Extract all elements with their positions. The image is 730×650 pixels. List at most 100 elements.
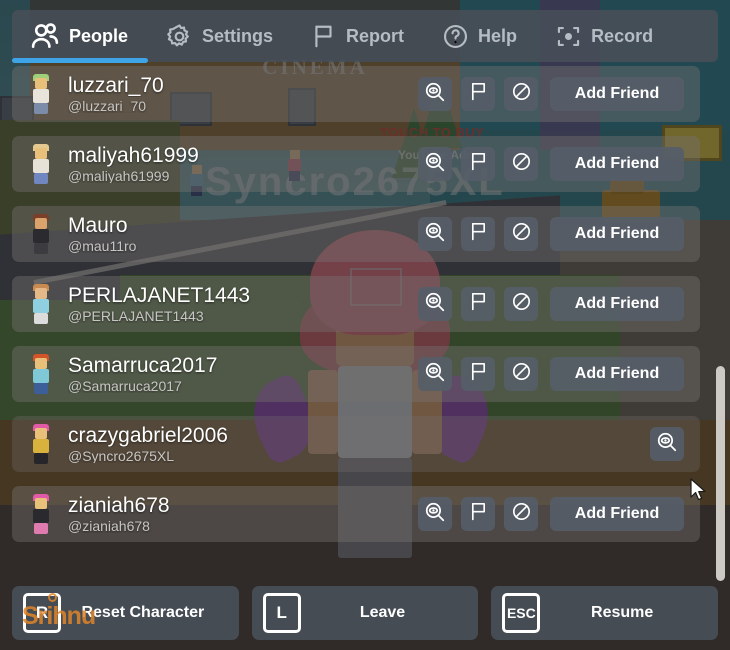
block-player-button[interactable] <box>504 147 538 181</box>
block-player-button[interactable] <box>504 497 538 531</box>
player-list-scrollbar-track[interactable] <box>713 70 727 581</box>
block-player-icon <box>511 291 532 317</box>
player-list: luzzari_70 @luzzari_70 Add Friend maliyah61… <box>0 66 730 574</box>
report-player-button[interactable] <box>461 497 495 531</box>
tab-help[interactable]: Help <box>424 10 537 62</box>
add-friend-button[interactable]: Add Friend <box>550 77 684 111</box>
player-row[interactable]: maliyah61999 @maliyah61999 Add Friend <box>12 136 700 192</box>
player-actions: Add Friend <box>418 497 684 531</box>
report-player-button[interactable] <box>461 357 495 391</box>
player-username: @zianiah678 <box>68 518 150 534</box>
key-r: R <box>23 593 61 633</box>
resume-label: Resume <box>591 604 654 621</box>
tab-people[interactable]: People <box>12 10 149 63</box>
add-friend-button[interactable]: Add Friend <box>550 217 684 251</box>
inspect-player-button[interactable] <box>418 357 452 391</box>
block-player-button[interactable] <box>504 77 538 111</box>
player-names: maliyah61999 @maliyah61999 <box>68 145 418 184</box>
inspect-player-icon <box>424 361 446 388</box>
tab-settings[interactable]: Settings <box>148 10 293 62</box>
block-player-button[interactable] <box>504 217 538 251</box>
player-row[interactable]: zianiah678 @zianiah678 Add Friend <box>12 486 700 542</box>
add-friend-button[interactable]: Add Friend <box>550 287 684 321</box>
player-actions: Add Friend <box>418 217 684 251</box>
player-row[interactable]: Mauro @mau11ro Add Friend <box>12 206 700 262</box>
inspect-player-icon <box>424 81 446 108</box>
leave-label: Leave <box>359 604 406 621</box>
inspect-player-icon <box>424 501 446 528</box>
pause-menu: People Settings Report Help Record luzza… <box>0 0 730 650</box>
player-actions: Add Friend <box>418 357 684 391</box>
player-avatar <box>24 282 58 326</box>
player-username: @maliyah61999 <box>68 168 170 184</box>
inspect-player-button[interactable] <box>418 497 452 531</box>
report-player-icon <box>468 221 489 247</box>
block-player-icon <box>511 361 532 387</box>
report-player-icon <box>468 501 489 527</box>
player-display-name: PERLAJANET1443 <box>68 284 251 307</box>
inspect-player-button[interactable] <box>650 427 684 461</box>
reset-character-button[interactable]: R Reset Character <box>12 586 239 640</box>
player-row[interactable]: PERLAJANET1443 @PERLAJANET1443 Add Friend <box>12 276 700 332</box>
player-display-name: zianiah678 <box>68 494 170 517</box>
player-row[interactable]: Samarruca2017 @Samarruca2017 Add Friend <box>12 346 700 402</box>
player-display-name: maliyah61999 <box>68 144 199 167</box>
player-username: @PERLAJANET1443 <box>68 308 204 324</box>
add-friend-button[interactable]: Add Friend <box>550 357 684 391</box>
reset-character-label: Reset Character <box>81 604 205 621</box>
player-actions: Add Friend <box>418 77 684 111</box>
player-list-scrollbar-thumb[interactable] <box>716 366 725 581</box>
inspect-player-button[interactable] <box>418 287 452 321</box>
tab-label: Report <box>346 25 405 46</box>
player-row[interactable]: crazygabriel2006 @Syncro2675XL <box>12 416 700 472</box>
report-player-icon <box>468 291 489 317</box>
player-avatar <box>24 142 58 186</box>
block-player-icon <box>511 221 532 247</box>
player-names: luzzari_70 @luzzari_70 <box>68 75 418 114</box>
tab-label: Help <box>478 25 518 46</box>
player-names: zianiah678 @zianiah678 <box>68 495 418 534</box>
report-player-button[interactable] <box>461 147 495 181</box>
key-esc: ESC <box>502 593 541 633</box>
player-actions: Add Friend <box>418 147 684 181</box>
report-player-button[interactable] <box>461 77 495 111</box>
player-avatar <box>24 72 58 116</box>
player-names: crazygabriel2006 @Syncro2675XL <box>68 425 650 464</box>
inspect-player-icon <box>424 221 446 248</box>
report-player-button[interactable] <box>461 217 495 251</box>
player-row[interactable]: luzzari_70 @luzzari_70 Add Friend <box>12 66 700 122</box>
player-names: PERLAJANET1443 @PERLAJANET1443 <box>68 285 418 324</box>
player-username: @luzzari_70 <box>68 98 147 114</box>
block-player-button[interactable] <box>504 357 538 391</box>
inspect-player-button[interactable] <box>418 77 452 111</box>
game-pause-menu-screen: CINEMA TOUCH TO BUY YouTube Admin Syncro… <box>0 0 730 650</box>
question-icon <box>442 23 469 50</box>
block-player-button[interactable] <box>504 287 538 321</box>
block-player-icon <box>511 81 532 107</box>
active-tab-underline <box>12 58 149 63</box>
tab-report[interactable]: Report <box>293 10 424 62</box>
people-icon <box>30 21 60 51</box>
report-player-icon <box>468 151 489 177</box>
leave-button[interactable]: L Leave <box>251 586 479 640</box>
player-avatar <box>24 422 58 466</box>
player-names: Mauro @mau11ro <box>68 215 418 254</box>
resume-button[interactable]: ESC Resume <box>491 586 719 640</box>
report-player-icon <box>468 81 489 107</box>
tab-label: Settings <box>202 25 274 46</box>
menu-bottom-bar: R Reset Character L Leave ESC Resume <box>12 586 719 640</box>
record-icon <box>555 23 582 50</box>
block-player-icon <box>511 501 532 527</box>
tab-record[interactable]: Record <box>537 10 673 62</box>
add-friend-button[interactable]: Add Friend <box>550 497 684 531</box>
inspect-player-button[interactable] <box>418 217 452 251</box>
player-avatar <box>24 212 58 256</box>
player-username: @Samarruca2017 <box>68 378 182 394</box>
inspect-player-button[interactable] <box>418 147 452 181</box>
tab-label: People <box>69 25 129 46</box>
report-player-button[interactable] <box>461 287 495 321</box>
add-friend-button[interactable]: Add Friend <box>550 147 684 181</box>
player-display-name: crazygabriel2006 <box>68 424 228 447</box>
gear-icon <box>166 23 193 50</box>
report-player-icon <box>468 361 489 387</box>
